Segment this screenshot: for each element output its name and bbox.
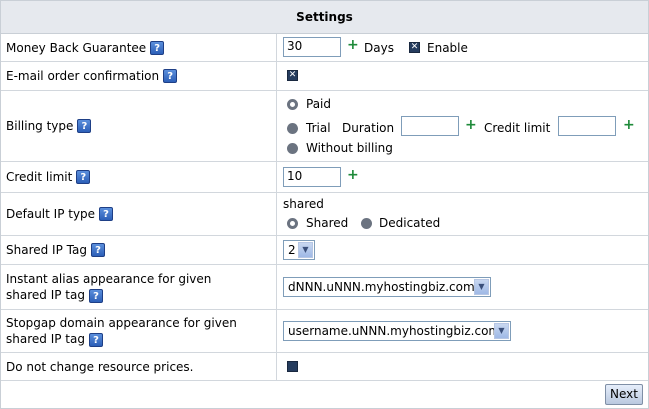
settings-form: Settings Money Back Guarantee ? 30 + Day… xyxy=(0,0,649,409)
billing-trial-radio[interactable] xyxy=(287,123,298,134)
help-icon[interactable]: ? xyxy=(88,288,103,303)
instant-alias-label: Instant alias appearance for given share… xyxy=(6,271,211,303)
stopgap-label-line1: Stopgap domain appearance for given xyxy=(6,316,237,330)
value-cell: 10 + xyxy=(278,162,648,192)
value-cell: 2 ▼ xyxy=(278,236,648,264)
row-billing-type: Billing type ? Paid Trial Duration + Cre… xyxy=(1,91,648,162)
stopgap-domain-select[interactable]: username.uNNN.myhostingbiz.com ▼ xyxy=(283,321,511,341)
row-default-ip-type: Default IP type ? shared Shared Dedicate… xyxy=(1,193,648,236)
plus-icon[interactable]: + xyxy=(623,117,635,133)
billing-without-radio[interactable] xyxy=(287,143,298,154)
shared-ip-tag-select[interactable]: 2 ▼ xyxy=(283,240,315,260)
label-cell: Stopgap domain appearance for given shar… xyxy=(1,310,277,352)
next-button[interactable]: Next xyxy=(605,384,643,405)
default-ip-label: Default IP type xyxy=(6,207,96,221)
instant-alias-select[interactable]: dNNN.uNNN.myhostingbiz.com ▼ xyxy=(283,277,491,297)
row-email-confirmation: E-mail order confirmation ? ✕ xyxy=(1,62,648,91)
money-back-days-input[interactable]: 30 xyxy=(283,37,341,57)
chevron-down-icon[interactable]: ▼ xyxy=(474,279,489,295)
resource-prices-checkbox[interactable] xyxy=(287,361,298,372)
value-cell: ✕ xyxy=(278,62,648,90)
label-cell: Billing type ? xyxy=(1,91,277,161)
plus-icon[interactable]: + xyxy=(347,167,359,183)
enable-checkbox[interactable]: ✕ xyxy=(409,42,420,53)
chevron-down-icon[interactable]: ▼ xyxy=(298,242,313,258)
credit-limit-input[interactable]: 10 xyxy=(283,167,341,187)
label-cell: Shared IP Tag ? xyxy=(1,236,277,264)
label-cell: Default IP type ? xyxy=(1,193,277,235)
selected-value: dNNN.uNNN.myhostingbiz.com xyxy=(288,280,475,294)
trial-duration-input[interactable] xyxy=(401,116,459,136)
instant-alias-label-line1: Instant alias appearance for given xyxy=(6,272,212,286)
help-icon[interactable]: ? xyxy=(88,332,103,347)
enable-label: Enable xyxy=(427,41,468,55)
label-cell: Money Back Guarantee ? xyxy=(1,34,277,61)
duration-label: Duration xyxy=(342,121,395,135)
row-instant-alias: Instant alias appearance for given share… xyxy=(1,265,648,310)
chevron-down-icon[interactable]: ▼ xyxy=(494,323,509,339)
row-credit-limit: Credit limit ? 10 + xyxy=(1,162,648,193)
value-cell: dNNN.uNNN.myhostingbiz.com ▼ xyxy=(278,265,648,309)
row-stopgap-domain: Stopgap domain appearance for given shar… xyxy=(1,310,648,353)
help-icon[interactable]: ? xyxy=(150,40,165,55)
instant-alias-label-line2: shared IP tag xyxy=(6,288,85,302)
selected-value: 2 xyxy=(288,243,296,257)
help-icon[interactable]: ? xyxy=(77,119,92,133)
trial-credit-limit-input[interactable] xyxy=(558,116,616,136)
billing-paid-radio[interactable] xyxy=(287,99,298,110)
help-icon[interactable]: ? xyxy=(90,243,105,257)
row-money-back: Money Back Guarantee ? 30 + Days ✕ Enabl… xyxy=(1,34,648,62)
row-resource-prices: Do not change resource prices. xyxy=(1,353,648,381)
value-cell: 30 + Days ✕ Enable xyxy=(278,34,648,61)
money-back-label: Money Back Guarantee xyxy=(6,40,147,55)
billing-paid-label: Paid xyxy=(306,97,332,111)
selected-value: username.uNNN.myhostingbiz.com xyxy=(288,324,501,338)
page-title: Settings xyxy=(296,10,353,24)
billing-type-label: Billing type xyxy=(6,119,74,133)
ip-shared-radio[interactable] xyxy=(287,218,298,229)
label-cell: E-mail order confirmation ? xyxy=(1,62,277,90)
settings-header: Settings xyxy=(1,1,648,34)
email-confirm-label: E-mail order confirmation xyxy=(6,69,160,83)
label-cell: Credit limit ? xyxy=(1,162,277,192)
ip-shared-label: Shared xyxy=(306,216,349,230)
resource-prices-label: Do not change resource prices. xyxy=(6,359,194,374)
plus-icon[interactable]: + xyxy=(465,117,477,133)
billing-without-label: Without billing xyxy=(306,141,393,155)
email-confirm-checkbox[interactable]: ✕ xyxy=(287,70,298,81)
billing-trial-label: Trial xyxy=(306,121,331,135)
stopgap-label: Stopgap domain appearance for given shar… xyxy=(6,315,237,347)
help-icon[interactable]: ? xyxy=(76,170,91,184)
ip-dedicated-label: Dedicated xyxy=(379,216,441,230)
plus-icon[interactable]: + xyxy=(347,37,359,53)
help-icon[interactable]: ? xyxy=(163,69,178,83)
help-icon[interactable]: ? xyxy=(99,207,114,221)
trial-credit-limit-label: Credit limit xyxy=(484,121,551,135)
ip-dedicated-radio[interactable] xyxy=(361,218,372,229)
row-shared-ip-tag: Shared IP Tag ? 2 ▼ xyxy=(1,236,648,265)
default-ip-current: shared xyxy=(283,197,324,211)
value-cell: username.uNNN.myhostingbiz.com ▼ xyxy=(278,310,648,352)
label-cell: Do not change resource prices. xyxy=(1,353,277,380)
shared-ip-tag-label: Shared IP Tag xyxy=(6,243,87,257)
stopgap-label-line2: shared IP tag xyxy=(6,332,85,346)
value-cell: shared Shared Dedicated xyxy=(278,193,648,235)
label-cell: Instant alias appearance for given share… xyxy=(1,265,277,309)
credit-limit-label: Credit limit xyxy=(6,170,73,184)
days-unit-label: Days xyxy=(364,41,394,55)
value-cell xyxy=(278,353,648,380)
value-cell: Paid Trial Duration + Credit limit + Wit… xyxy=(278,91,648,161)
